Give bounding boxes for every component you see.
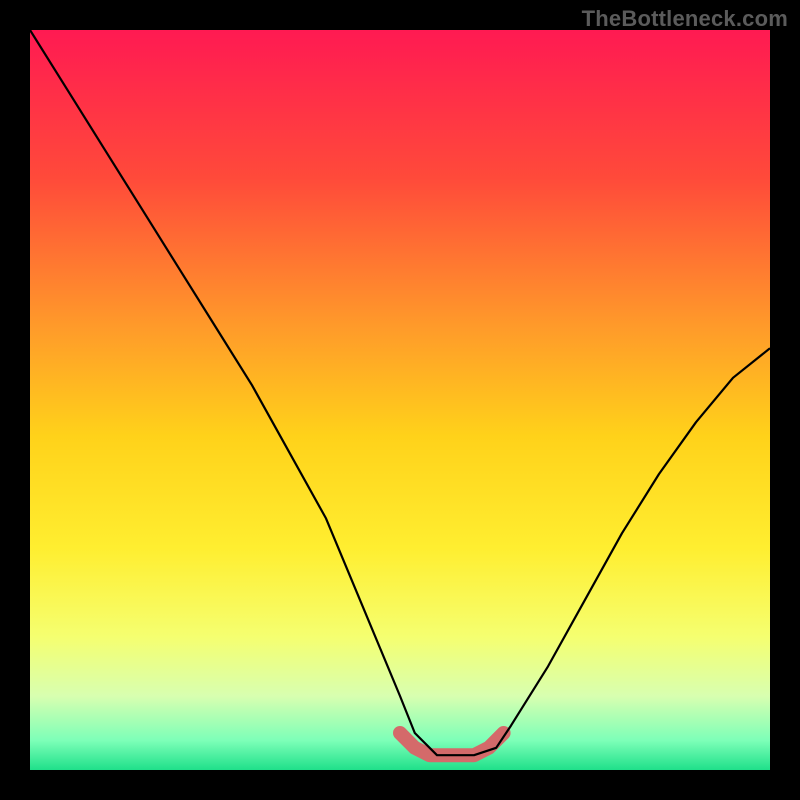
plot-area xyxy=(30,30,770,770)
watermark-text: TheBottleneck.com xyxy=(582,6,788,32)
chart-svg xyxy=(30,30,770,770)
chart-frame: TheBottleneck.com xyxy=(0,0,800,800)
gradient-background xyxy=(30,30,770,770)
